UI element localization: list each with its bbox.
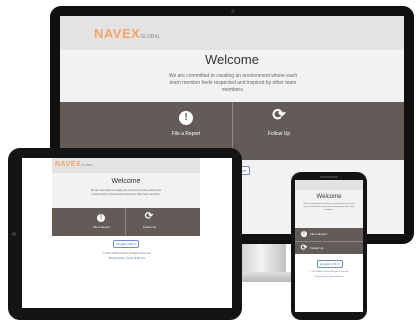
tablet-screen: NAVEXGLOBAL Welcome We are committed to … [22,158,232,308]
footer-copyright: © 2019 NAVEX Global. All Rights Reserved… [102,252,152,255]
exclamation-circle-icon: ! [301,231,307,237]
footer-links: Privacy Policy | Terms of Service [314,276,344,278]
page-title: Welcome [111,178,141,185]
action-band: ! File a Report ⟳ Follow Up [52,208,200,236]
language-select[interactable]: English (US) ▾ [113,240,139,248]
privacy-policy-link[interactable]: Privacy Policy [109,257,125,260]
file-report-button[interactable]: ! File a Report [78,208,125,236]
refresh-arrows-icon: ⟳ [300,243,308,252]
page-title: Welcome [316,194,342,200]
follow-up-button[interactable]: ⟳ Follow Up [126,208,173,236]
phone-speaker [320,176,338,178]
privacy-policy-link[interactable]: Privacy Policy [315,276,327,278]
language-select[interactable]: English (US) ▾ [317,260,343,268]
welcome-text: We are committed to creating an environm… [90,189,162,196]
header-bar: NAVEXGLOBAL [60,16,404,50]
refresh-arrows-icon: ⟳ [144,211,154,222]
welcome-text: We are committed to creating an environm… [168,73,298,93]
file-report-button[interactable]: ! File a Report [295,228,363,241]
monitor-stand-neck [240,244,286,274]
action-band: ! File a Report ⟳ Follow Up [295,228,363,254]
welcome-text: We are committed to creating an environm… [303,203,355,211]
refresh-arrows-icon: ⟳ [272,107,286,124]
follow-up-button[interactable]: ⟳ Follow Up [233,102,325,160]
exclamation-circle-icon: ! [179,111,193,125]
terms-link[interactable]: Terms of Service [126,257,145,260]
header-bar [295,180,363,190]
phone-screen: Welcome We are committed to creating an … [295,180,363,312]
monitor-camera [231,9,235,13]
navex-logo[interactable]: NAVEXGLOBAL [94,26,160,41]
tablet-camera [12,232,16,236]
follow-up-button[interactable]: ⟳ Follow Up [295,242,363,254]
exclamation-circle-icon: ! [97,214,105,222]
page-title: Welcome [205,52,259,67]
tablet-content-card: NAVEXGLOBAL Welcome We are committed to … [52,158,200,236]
navex-logo[interactable]: NAVEXGLOBAL [55,161,93,168]
terms-link[interactable]: Terms of Service [329,276,344,278]
footer-copyright: © 2019 NAVEX Global. All Rights Reserved… [309,271,349,273]
header-bar: NAVEXGLOBAL [52,158,200,173]
footer-links: Privacy Policy | Terms of Service [108,257,146,260]
